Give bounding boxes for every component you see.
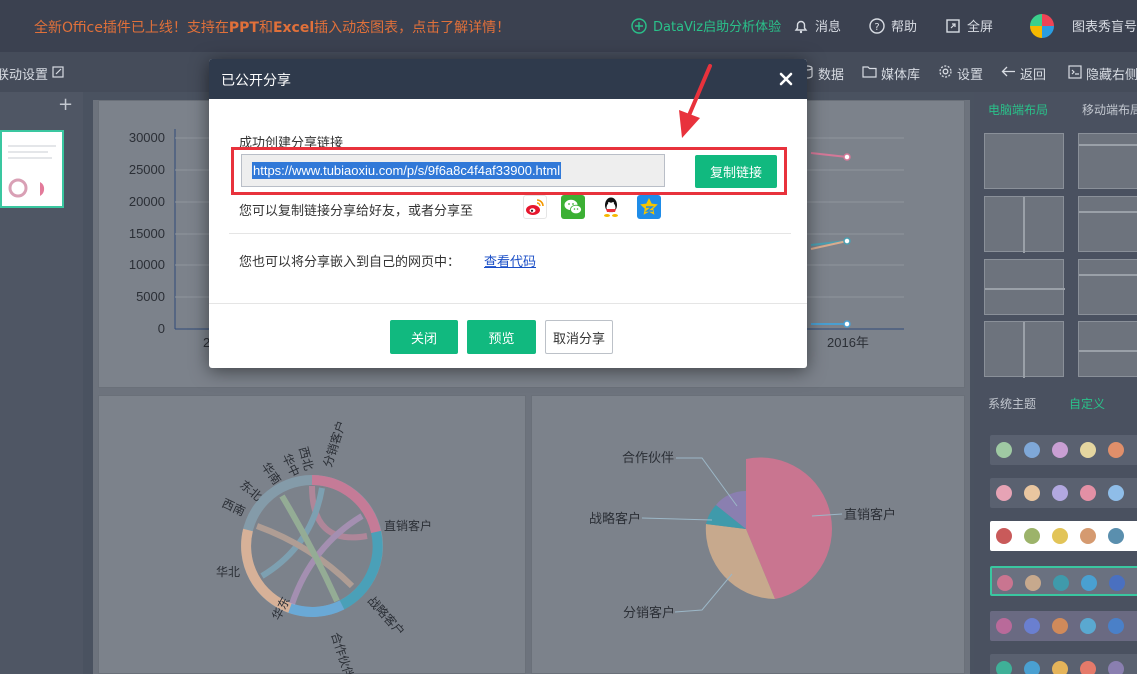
hide-right-panel-button[interactable]: 隐藏右侧 xyxy=(1068,64,1137,83)
link-highlight-box: https://www.tubiaoxiu.com/p/s/9f6a8c4f4a… xyxy=(231,147,787,195)
dialog-title: 已公开分享 xyxy=(221,73,291,89)
bell-icon xyxy=(792,17,810,35)
qzone-icon[interactable] xyxy=(637,195,661,219)
layout-option[interactable] xyxy=(1078,133,1137,189)
chord-label: 西南 xyxy=(220,495,248,519)
theme-swatch-row[interactable] xyxy=(990,521,1137,551)
help-button[interactable]: ? 帮助 xyxy=(868,16,917,35)
theme-swatch-row[interactable] xyxy=(990,611,1137,641)
divider xyxy=(229,233,791,234)
slide-thumbnail[interactable] xyxy=(0,130,64,208)
question-icon: ? xyxy=(868,17,886,35)
theme-swatch-row[interactable] xyxy=(990,435,1137,465)
close-button[interactable]: 关闭 xyxy=(390,320,458,354)
chord-chart-card[interactable]: 分销客户 直销客户 战略客户 合作伙伴 华东 华北 西南 东北 华南 华中 西北 xyxy=(98,395,526,674)
pie-chart-card[interactable]: 合作伙伴 直销客户 战略客户 分销客户 xyxy=(531,395,965,674)
theme-swatch-row[interactable] xyxy=(990,654,1137,674)
pie-label: 分销客户 xyxy=(623,605,675,621)
fullscreen-icon xyxy=(944,17,962,35)
gear-icon xyxy=(938,64,953,83)
tab-pc-layout[interactable]: 电脑端布局 xyxy=(988,101,1048,118)
svg-text:?: ? xyxy=(874,22,879,33)
avatar[interactable] xyxy=(1030,14,1054,38)
anim-settings-button[interactable]: 联动设置 xyxy=(0,64,64,83)
tab-system-theme[interactable]: 系统主题 xyxy=(988,395,1036,412)
preview-button[interactable]: 预览 xyxy=(467,320,536,354)
share-hint-text: 您可以复制链接分享给好友，或者分享至 xyxy=(239,204,474,219)
right-panel: 电脑端布局 移动端布局 系统主题 自定义 xyxy=(974,92,1137,674)
folder-icon xyxy=(862,65,877,82)
layout-option[interactable] xyxy=(984,133,1064,189)
y-tick-labels: 30000 25000 20000 15000 10000 5000 0 xyxy=(129,130,165,336)
x-tick: 2016年 xyxy=(827,335,869,350)
pie-label: 直销客户 xyxy=(844,507,896,523)
layout-option[interactable] xyxy=(1078,321,1137,377)
y-tick: 30000 xyxy=(129,130,165,145)
back-button[interactable]: 返回 xyxy=(1001,64,1046,83)
y-tick: 10000 xyxy=(129,257,165,272)
tab-custom-theme[interactable]: 自定义 xyxy=(1069,395,1105,412)
close-icon[interactable] xyxy=(777,70,795,88)
chord-label: 直销客户 xyxy=(384,518,432,533)
layout-option[interactable] xyxy=(984,196,1064,253)
weibo-icon[interactable] xyxy=(523,195,547,219)
y-tick: 15000 xyxy=(129,226,165,241)
pie-chart: 合作伙伴 直销客户 战略客户 分销客户 xyxy=(589,451,896,621)
chord-label: 华北 xyxy=(216,565,240,579)
layout-option[interactable] xyxy=(984,321,1064,378)
theme-swatch-row-selected[interactable] xyxy=(990,566,1137,596)
slide-thumbnail-panel: + xyxy=(0,92,83,674)
embed-hint-text: 您也可以将分享嵌入到自己的网页中： xyxy=(239,255,461,270)
messages-button[interactable]: 消息 xyxy=(792,16,841,35)
theme-swatch-row[interactable] xyxy=(990,478,1137,508)
chord-label: 战略客户 xyxy=(365,593,408,639)
settings-button[interactable]: 设置 xyxy=(938,64,983,83)
y-tick: 20000 xyxy=(129,194,165,209)
user-name[interactable]: 图表秀盲号 xyxy=(1072,16,1137,35)
media-library-button[interactable]: 媒体库 xyxy=(862,64,920,83)
copy-link-button[interactable]: 复制链接 xyxy=(695,155,777,188)
tab-mobile-layout[interactable]: 移动端布局 xyxy=(1082,101,1137,118)
annotation-arrow-icon xyxy=(679,64,712,138)
announcement-banner[interactable]: 全新Office插件已上线！支持在PPT和Excel插入动态图表，点击了解详情！ xyxy=(34,17,510,37)
top-bar: 全新Office插件已上线！支持在PPT和Excel插入动态图表，点击了解详情！… xyxy=(0,0,1137,52)
plus-circle-icon xyxy=(630,17,648,35)
share-url-text: https://www.tubiaoxiu.com/p/s/9f6a8c4f4a… xyxy=(252,162,562,179)
edit-icon xyxy=(52,65,64,82)
pie-label: 合作伙伴 xyxy=(622,451,674,466)
layout-option[interactable] xyxy=(1078,196,1137,252)
layout-option[interactable] xyxy=(984,259,1065,315)
add-slide-icon[interactable]: + xyxy=(58,94,73,115)
collapse-icon xyxy=(1068,64,1082,83)
chord-label: 分销客户 xyxy=(320,419,349,469)
fullscreen-button[interactable]: 全屏 xyxy=(944,16,993,35)
y-tick: 0 xyxy=(158,321,165,336)
pie-label: 战略客户 xyxy=(589,511,641,527)
qq-icon[interactable] xyxy=(599,195,623,219)
chord-chart: 分销客户 直销客户 战略客户 合作伙伴 华东 华北 西南 东北 华南 华中 西北 xyxy=(216,419,432,674)
view-code-link[interactable]: 查看代码 xyxy=(484,251,536,270)
y-tick: 5000 xyxy=(136,289,165,304)
dialog-footer: 关闭 预览 取消分享 xyxy=(209,303,807,368)
wechat-icon[interactable] xyxy=(561,195,585,219)
cancel-share-button[interactable]: 取消分享 xyxy=(545,320,613,354)
y-tick: 25000 xyxy=(129,162,165,177)
layout-option[interactable] xyxy=(1078,259,1137,315)
arrow-left-icon xyxy=(1001,65,1016,82)
share-url-field[interactable]: https://www.tubiaoxiu.com/p/s/9f6a8c4f4a… xyxy=(241,154,665,187)
datavis-link[interactable]: DataViz启助分析体验 xyxy=(630,16,781,35)
chord-label: 合作伙伴 xyxy=(328,630,357,674)
